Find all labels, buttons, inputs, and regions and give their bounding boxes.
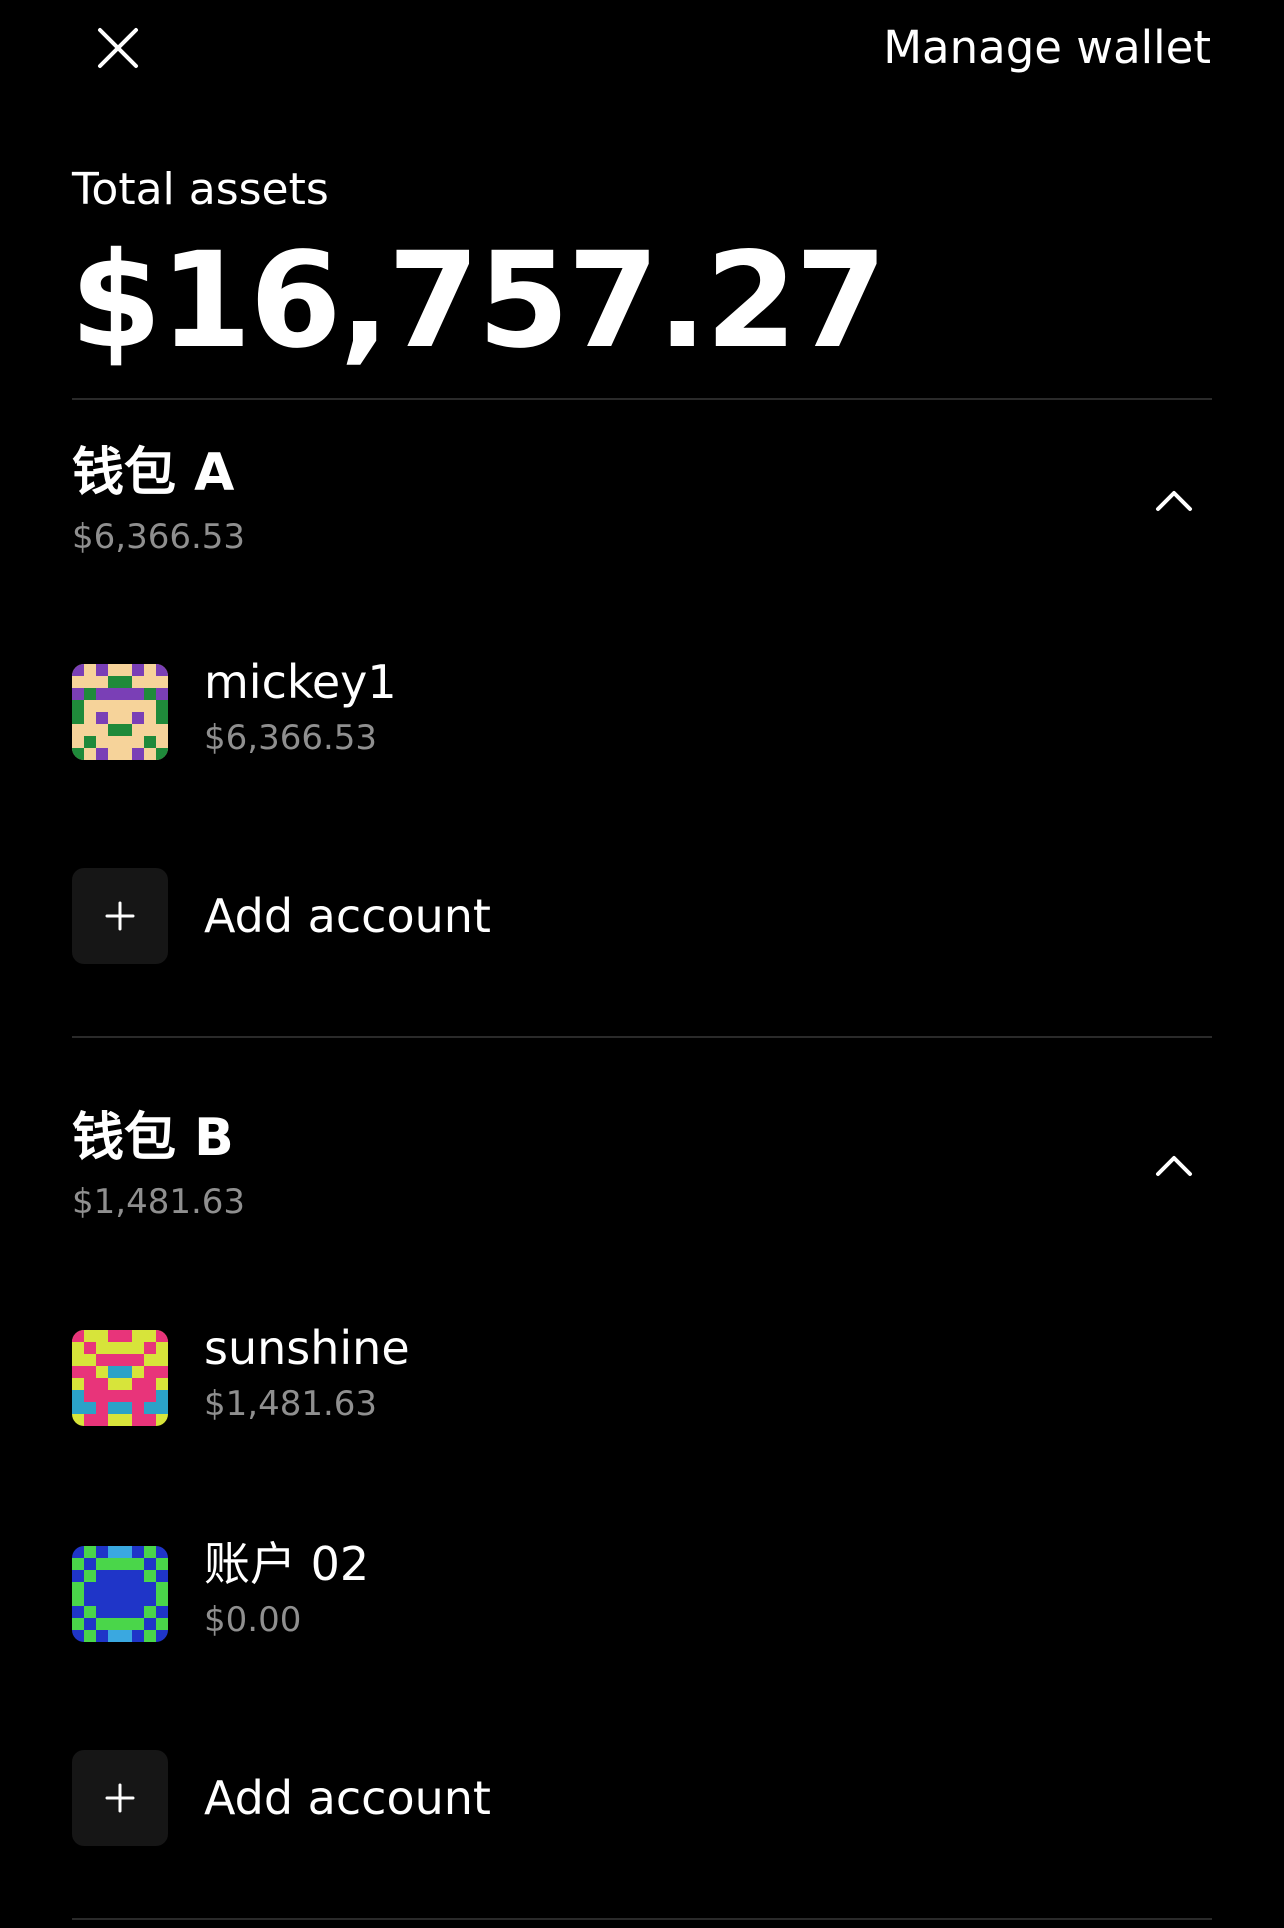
wallet-name: 钱包 A bbox=[72, 443, 235, 503]
account-row-02[interactable]: 账户 02 $0.00 bbox=[72, 1536, 1212, 1656]
divider bbox=[72, 1036, 1212, 1038]
total-assets-value: $16,757.27 bbox=[70, 224, 887, 378]
wallet-name: 钱包 B bbox=[72, 1108, 234, 1168]
avatar bbox=[72, 1546, 168, 1642]
account-balance: $1,481.63 bbox=[204, 1384, 378, 1424]
avatar bbox=[72, 1330, 168, 1426]
account-name: sunshine bbox=[204, 1321, 410, 1375]
chevron-up-icon[interactable] bbox=[1150, 1142, 1198, 1190]
plus-icon bbox=[72, 1750, 168, 1846]
account-balance: $0.00 bbox=[204, 1600, 302, 1640]
account-row-mickey1[interactable]: mickey1 $6,366.53 bbox=[72, 654, 1212, 774]
plus-icon bbox=[72, 868, 168, 964]
account-name: mickey1 bbox=[204, 655, 397, 709]
close-button[interactable] bbox=[86, 16, 150, 80]
add-account-label: Add account bbox=[204, 1771, 491, 1825]
divider bbox=[72, 1918, 1212, 1920]
close-icon bbox=[98, 28, 138, 68]
top-bar: Manage wallet bbox=[0, 0, 1284, 100]
manage-wallet-link[interactable]: Manage wallet bbox=[883, 22, 1211, 74]
account-row-sunshine[interactable]: sunshine $1,481.63 bbox=[72, 1320, 1212, 1440]
avatar bbox=[72, 664, 168, 760]
wallet-header-a[interactable]: 钱包 A $6,366.53 bbox=[72, 441, 1212, 581]
divider bbox=[72, 398, 1212, 400]
add-account-label: Add account bbox=[204, 889, 491, 943]
wallet-total: $1,481.63 bbox=[72, 1182, 246, 1222]
account-balance: $6,366.53 bbox=[204, 718, 378, 758]
add-account-button-b[interactable]: Add account bbox=[72, 1750, 1212, 1850]
account-name: 账户 02 bbox=[204, 1537, 370, 1591]
total-assets-label: Total assets bbox=[72, 164, 329, 215]
add-account-button-a[interactable]: Add account bbox=[72, 868, 1212, 968]
wallet-header-b[interactable]: 钱包 B $1,481.63 bbox=[72, 1106, 1212, 1246]
wallet-total: $6,366.53 bbox=[72, 517, 246, 557]
chevron-up-icon[interactable] bbox=[1150, 477, 1198, 525]
